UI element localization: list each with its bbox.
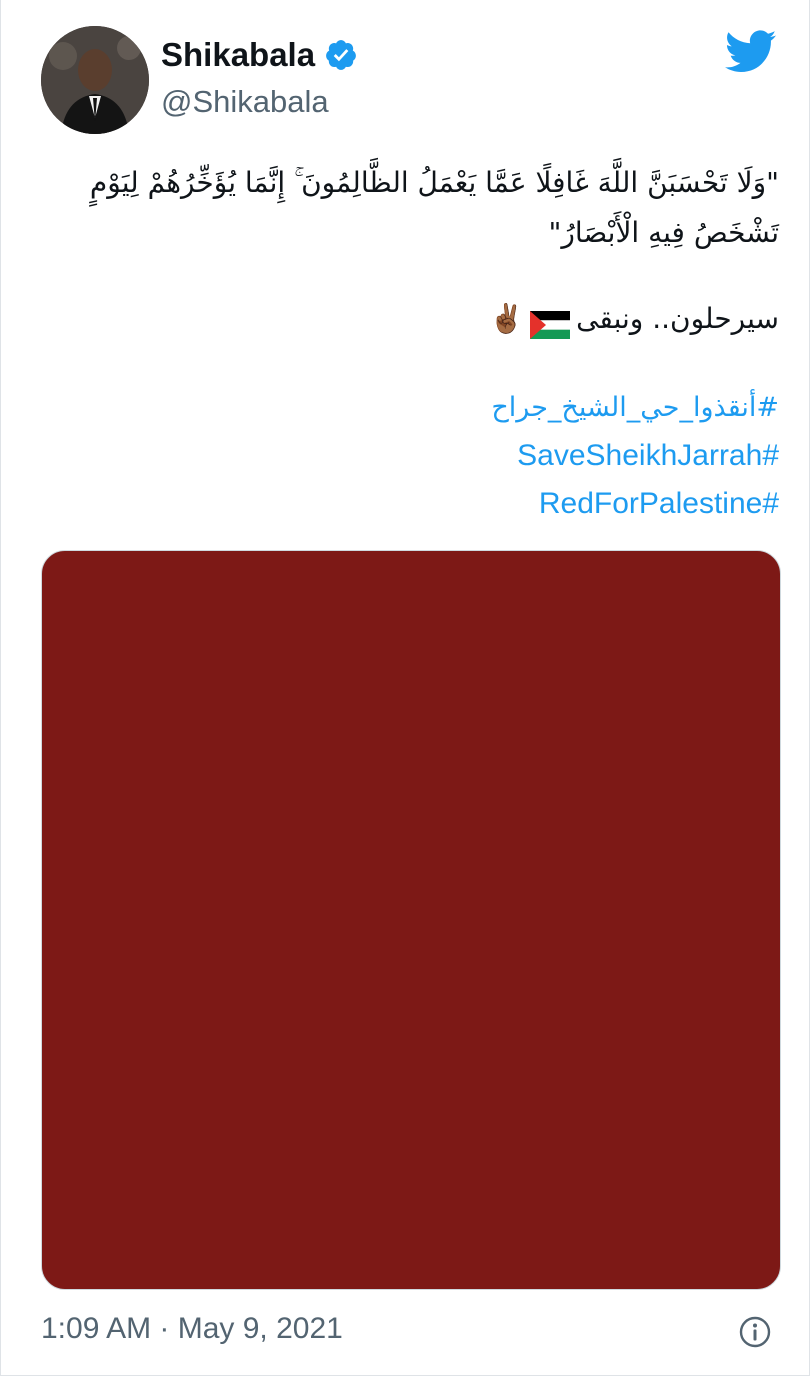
- user-handle[interactable]: @Shikabala: [161, 84, 329, 120]
- victory-hand-icon: ✌🏾: [489, 302, 525, 335]
- tweet-body: "وَلَا تَحْسَبَنَّ اللَّهَ غَافِلًا عَمَ…: [41, 158, 779, 528]
- palestine-flag-icon: [530, 305, 571, 339]
- profile-photo: [41, 26, 149, 134]
- author-name-row[interactable]: Shikabala: [161, 36, 358, 74]
- hashtag-save-sheikh-jarrah-arabic[interactable]: #أنقذوا_حي_الشيخ_جراح: [41, 384, 779, 432]
- hashtag-red-for-palestine[interactable]: #RedForPalestine: [41, 480, 779, 528]
- tweet-line-text: سيرحلون.. ونبقى: [576, 302, 779, 335]
- avatar[interactable]: [41, 26, 149, 134]
- tweet-line: سيرحلون.. ونبقى ✌🏾: [41, 294, 779, 344]
- tweet-card: Shikabala @Shikabala "وَلَا تَحْسَبَنَّ …: [0, 0, 810, 1376]
- tweet-quote-text: "وَلَا تَحْسَبَنَّ اللَّهَ غَافِلًا عَمَ…: [89, 166, 779, 249]
- tweet-image[interactable]: [41, 550, 781, 1290]
- info-icon[interactable]: [739, 1316, 771, 1348]
- twitter-bird-icon[interactable]: [724, 30, 777, 74]
- hashtag-list: #أنقذوا_حي_الشيخ_جراح #SaveSheikhJarrah …: [41, 384, 779, 528]
- verified-badge-icon: [324, 38, 358, 72]
- hashtag-save-sheikh-jarrah[interactable]: #SaveSheikhJarrah: [41, 432, 779, 480]
- display-name[interactable]: Shikabala: [161, 36, 315, 74]
- tweet-timestamp[interactable]: 1:09 AM · May 9, 2021: [41, 1312, 343, 1346]
